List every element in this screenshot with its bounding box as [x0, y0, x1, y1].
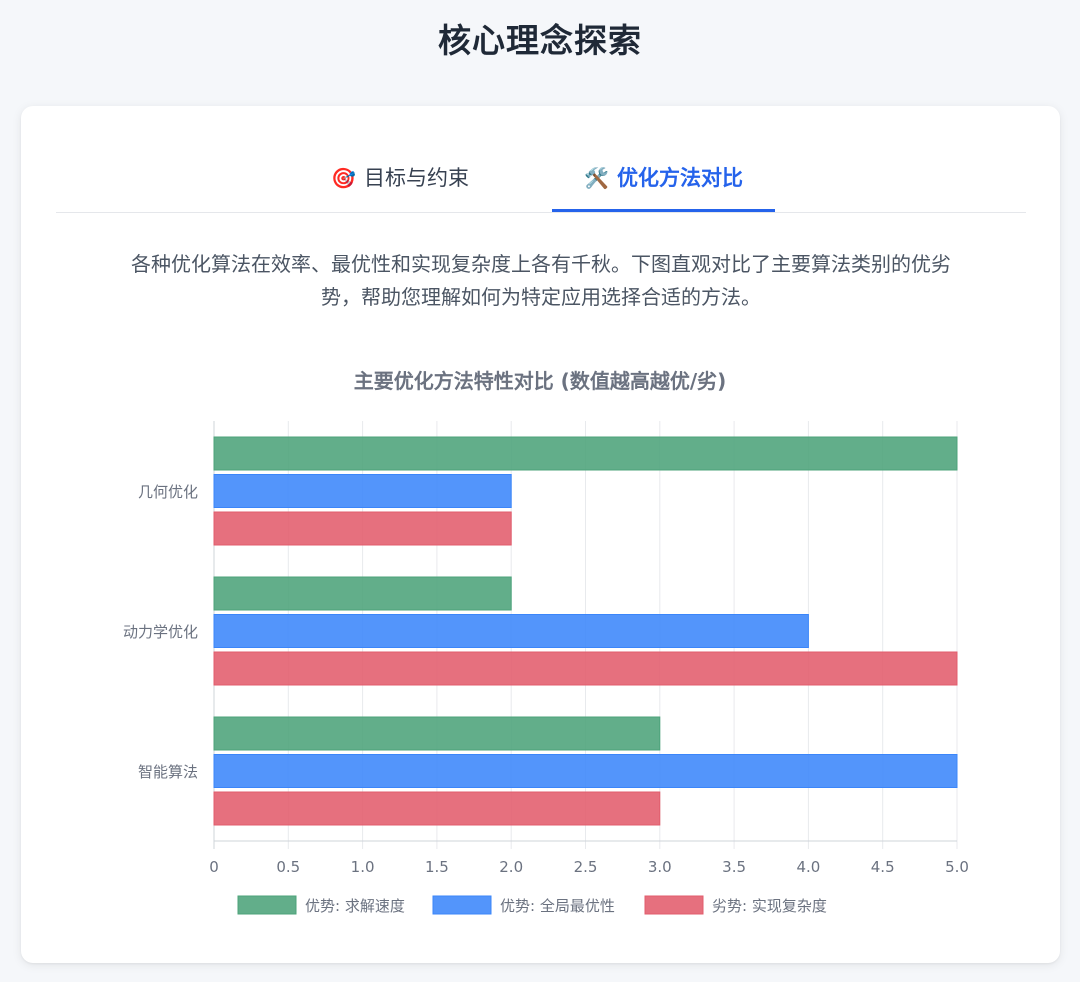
legend-label: 优势: 全局最优性 — [500, 897, 615, 915]
x-tick-label: 4.5 — [871, 858, 895, 876]
bar — [213, 474, 512, 508]
x-tick-label: 4.0 — [796, 858, 820, 876]
bar — [213, 754, 958, 788]
legend-swatch — [432, 895, 492, 915]
bar — [213, 511, 512, 546]
legend-swatch — [237, 895, 297, 915]
bar — [213, 791, 661, 826]
method-comparison-chart: 主要优化方法特性对比 (数值越高越优/劣) 0 0.5 1.0 1.5 2.0 2.5 3.0… — [123, 369, 969, 915]
x-tick-label: 1.0 — [351, 858, 375, 876]
x-tick-label: 5.0 — [945, 858, 969, 876]
bar — [213, 651, 958, 686]
legend-swatch — [644, 895, 704, 915]
chart-title: 主要优化方法特性对比 (数值越高越优/劣) — [354, 369, 727, 393]
x-tick-label: 2.5 — [574, 858, 598, 876]
y-category-label: 几何优化 — [138, 483, 198, 501]
bar — [213, 716, 661, 751]
y-category-label: 智能算法 — [138, 763, 198, 781]
x-tick-label: 1.5 — [425, 858, 449, 876]
x-tick-label: 0 — [209, 858, 219, 876]
legend-label: 劣势: 实现复杂度 — [712, 897, 827, 915]
bar — [213, 576, 512, 611]
legend-label: 优势: 求解速度 — [305, 897, 405, 915]
x-tick-label: 0.5 — [276, 858, 300, 876]
y-category-label: 动力学优化 — [123, 623, 198, 641]
x-tick-label: 2.0 — [499, 858, 523, 876]
bar — [213, 614, 809, 648]
bar — [213, 436, 958, 471]
x-tick-label: 3.5 — [722, 858, 746, 876]
x-tick-label: 3.0 — [648, 858, 672, 876]
